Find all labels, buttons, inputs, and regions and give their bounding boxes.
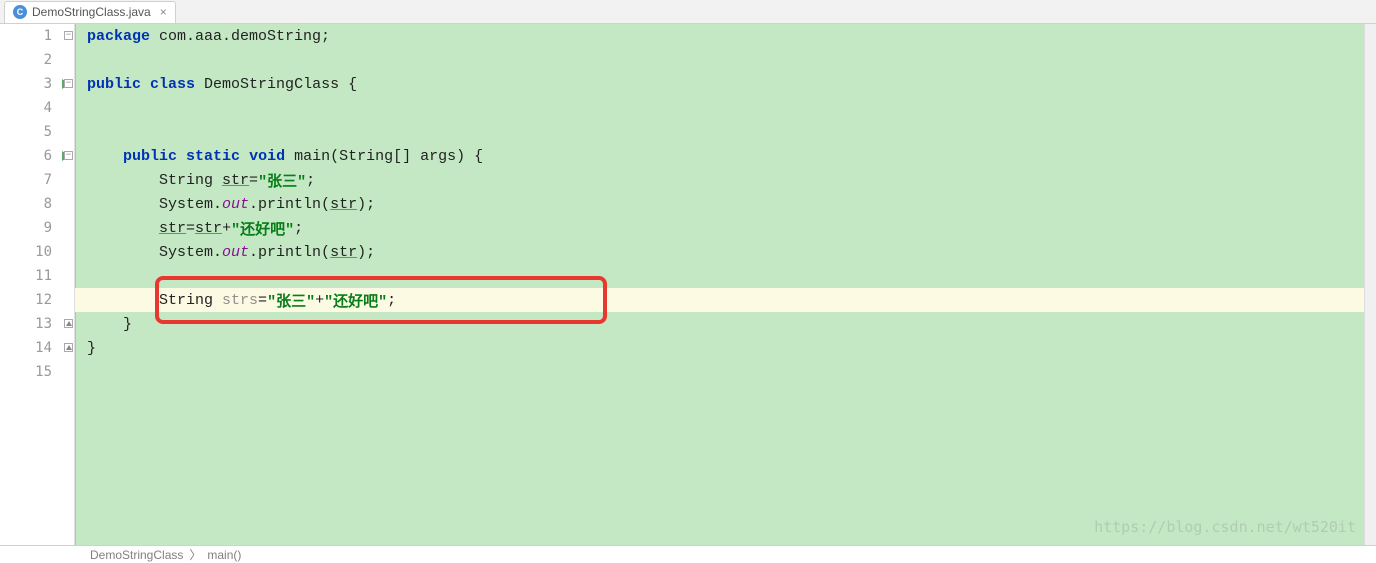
tab-title: DemoStringClass.java — [32, 5, 151, 19]
code-line[interactable]: System.out.println(str); — [75, 192, 1376, 216]
code-line[interactable]: } — [75, 336, 1376, 360]
line-number[interactable]: 1 — [0, 24, 74, 48]
code-line[interactable] — [75, 48, 1376, 72]
code-line[interactable]: str=str+"还好吧"; — [75, 216, 1376, 240]
code-line[interactable] — [75, 96, 1376, 120]
line-number[interactable]: 14 — [0, 336, 74, 360]
code-line[interactable]: String str="张三"; — [75, 168, 1376, 192]
line-number[interactable]: 9 — [0, 216, 74, 240]
code-line[interactable]: −public class DemoStringClass { — [75, 72, 1376, 96]
line-number[interactable]: 11 — [0, 264, 74, 288]
watermark: https://blog.csdn.net/wt520it — [1094, 518, 1356, 536]
editor: 1 2 3 4 5 6 7 8 9 10 11 12 13 14 15 −pac… — [0, 24, 1376, 546]
line-number[interactable]: 2 — [0, 48, 74, 72]
line-number[interactable]: 5 — [0, 120, 74, 144]
tab-bar: C DemoStringClass.java × — [0, 0, 1376, 24]
file-tab[interactable]: C DemoStringClass.java × — [4, 1, 176, 23]
breadcrumb: DemoStringClass 〉 main() — [0, 545, 1376, 563]
line-number[interactable]: 15 — [0, 360, 74, 384]
breadcrumb-class[interactable]: DemoStringClass — [90, 548, 183, 562]
line-number[interactable]: 3 — [0, 72, 74, 96]
code-line[interactable]: String strs="张三"+"还好吧"; — [75, 288, 1376, 312]
fold-end-icon[interactable] — [64, 343, 73, 352]
code-line[interactable]: − public static void main(String[] args)… — [75, 144, 1376, 168]
fold-icon[interactable]: − — [64, 31, 73, 40]
code-area[interactable]: −package com.aaa.demoString; −public cla… — [75, 24, 1376, 546]
scrollbar[interactable] — [1364, 24, 1376, 545]
code-line[interactable]: System.out.println(str); — [75, 240, 1376, 264]
code-line[interactable] — [75, 360, 1376, 384]
line-number[interactable]: 10 — [0, 240, 74, 264]
close-icon[interactable]: × — [160, 5, 167, 19]
line-number[interactable]: 8 — [0, 192, 74, 216]
line-number[interactable]: 12 — [0, 288, 74, 312]
breadcrumb-separator: 〉 — [189, 546, 201, 563]
line-number[interactable]: 6 — [0, 144, 74, 168]
java-class-icon: C — [13, 5, 27, 19]
code-line[interactable]: −package com.aaa.demoString; — [75, 24, 1376, 48]
line-number[interactable]: 7 — [0, 168, 74, 192]
breadcrumb-method[interactable]: main() — [207, 548, 241, 562]
fold-icon[interactable]: − — [64, 151, 73, 160]
fold-end-icon[interactable] — [64, 319, 73, 328]
line-number[interactable]: 13 — [0, 312, 74, 336]
line-number[interactable]: 4 — [0, 96, 74, 120]
gutter: 1 2 3 4 5 6 7 8 9 10 11 12 13 14 15 — [0, 24, 75, 546]
code-line[interactable] — [75, 120, 1376, 144]
code-line[interactable] — [75, 264, 1376, 288]
code-line[interactable]: } — [75, 312, 1376, 336]
fold-icon[interactable]: − — [64, 79, 73, 88]
